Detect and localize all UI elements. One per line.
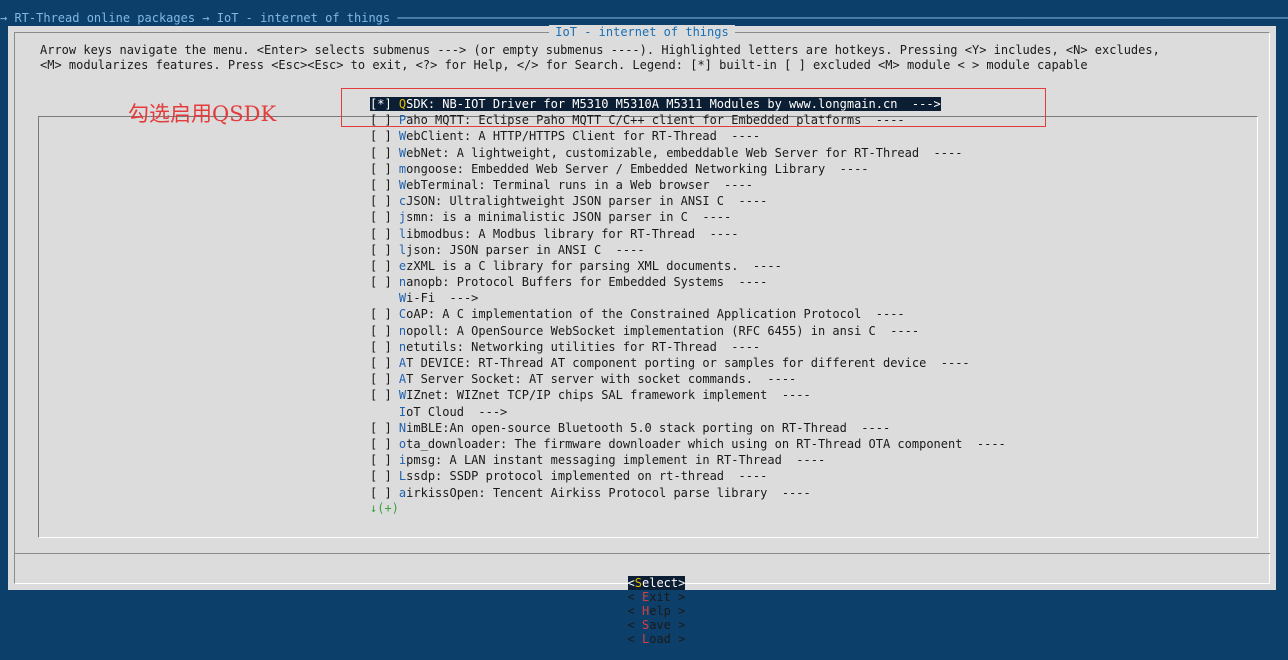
package-menu: [*] QSDK: NB-IOT Driver for M5310 M5310A… bbox=[370, 96, 1250, 515]
exit-button[interactable]: < Exit > bbox=[628, 590, 686, 604]
menu-item-ezxml[interactable]: [ ] ezXML is a C library for parsing XML… bbox=[370, 258, 1250, 274]
select-button[interactable]: <Select> bbox=[627, 576, 686, 590]
breadcrumb: → RT-Thread online packages → IoT - inte… bbox=[0, 11, 1288, 25]
menu-item-at-server-socket[interactable]: [ ] AT Server Socket: AT server with soc… bbox=[370, 371, 1250, 387]
menu-item-nimble[interactable]: [ ] NimBLE:An open-source Bluetooth 5.0 … bbox=[370, 420, 1250, 436]
menu-item-coap[interactable]: [ ] CoAP: A C implementation of the Cons… bbox=[370, 306, 1250, 322]
menu-item-nanopb[interactable]: [ ] nanopb: Protocol Buffers for Embedde… bbox=[370, 274, 1250, 290]
more-indicator[interactable]: ↓(+) bbox=[370, 501, 1250, 515]
save-button[interactable]: < Save > bbox=[628, 618, 686, 632]
menu-item-wiznet[interactable]: [ ] WIZnet: WIZnet TCP/IP chips SAL fram… bbox=[370, 387, 1250, 403]
help-line-1: Arrow keys navigate the menu. <Enter> se… bbox=[40, 43, 1160, 57]
menu-item-netutils[interactable]: [ ] netutils: Networking utilities for R… bbox=[370, 339, 1250, 355]
bottom-divider bbox=[14, 553, 1270, 554]
dialog-title: IoT - internet of things bbox=[8, 25, 1276, 39]
help-button[interactable]: < Help > bbox=[628, 604, 686, 618]
menu-item-airkissopen[interactable]: [ ] airkissOpen: Tencent Airkiss Protoco… bbox=[370, 485, 1250, 501]
help-line-2: <M> modularizes features. Press <Esc><Es… bbox=[40, 58, 1088, 72]
menu-item-libmodbus[interactable]: [ ] libmodbus: A Modbus library for RT-T… bbox=[370, 226, 1250, 242]
menu-item-webclient[interactable]: [ ] WebClient: A HTTP/HTTPS Client for R… bbox=[370, 128, 1250, 144]
load-button[interactable]: < Load > bbox=[628, 632, 686, 646]
annotation-highlight-box bbox=[341, 88, 1046, 127]
menu-item-wifi[interactable]: Wi-Fi ---> bbox=[370, 290, 1250, 306]
annotation-label: 勾选启用QSDK bbox=[128, 102, 277, 126]
menu-item-jsmn[interactable]: [ ] jsmn: is a minimalistic JSON parser … bbox=[370, 209, 1250, 225]
help-text: Arrow keys navigate the menu. <Enter> se… bbox=[40, 43, 1270, 73]
menu-item-mongoose[interactable]: [ ] mongoose: Embedded Web Server / Embe… bbox=[370, 161, 1250, 177]
menu-item-at-device[interactable]: [ ] AT DEVICE: RT-Thread AT component po… bbox=[370, 355, 1250, 371]
menu-item-lssdp[interactable]: [ ] Lssdp: SSDP protocol implemented on … bbox=[370, 468, 1250, 484]
menu-item-cjson[interactable]: [ ] cJSON: Ultralightweight JSON parser … bbox=[370, 193, 1250, 209]
menu-item-webnet[interactable]: [ ] WebNet: A lightweight, customizable,… bbox=[370, 145, 1250, 161]
menu-item-ipmsg[interactable]: [ ] ipmsg: A LAN instant messaging imple… bbox=[370, 452, 1250, 468]
dialog-title-text: IoT - internet of things bbox=[549, 25, 735, 39]
button-bar: <Select> < Exit > < Help > < Save > < Lo… bbox=[8, 562, 1276, 660]
menu-item-ljson[interactable]: [ ] ljson: JSON parser in ANSI C ---- bbox=[370, 242, 1250, 258]
menu-item-webterminal[interactable]: [ ] WebTerminal: Terminal runs in a Web … bbox=[370, 177, 1250, 193]
menu-item-ota-downloader[interactable]: [ ] ota_downloader: The firmware downloa… bbox=[370, 436, 1250, 452]
menu-item-nopoll[interactable]: [ ] nopoll: A OpenSource WebSocket imple… bbox=[370, 323, 1250, 339]
menu-item-iot-cloud[interactable]: IoT Cloud ---> bbox=[370, 404, 1250, 420]
